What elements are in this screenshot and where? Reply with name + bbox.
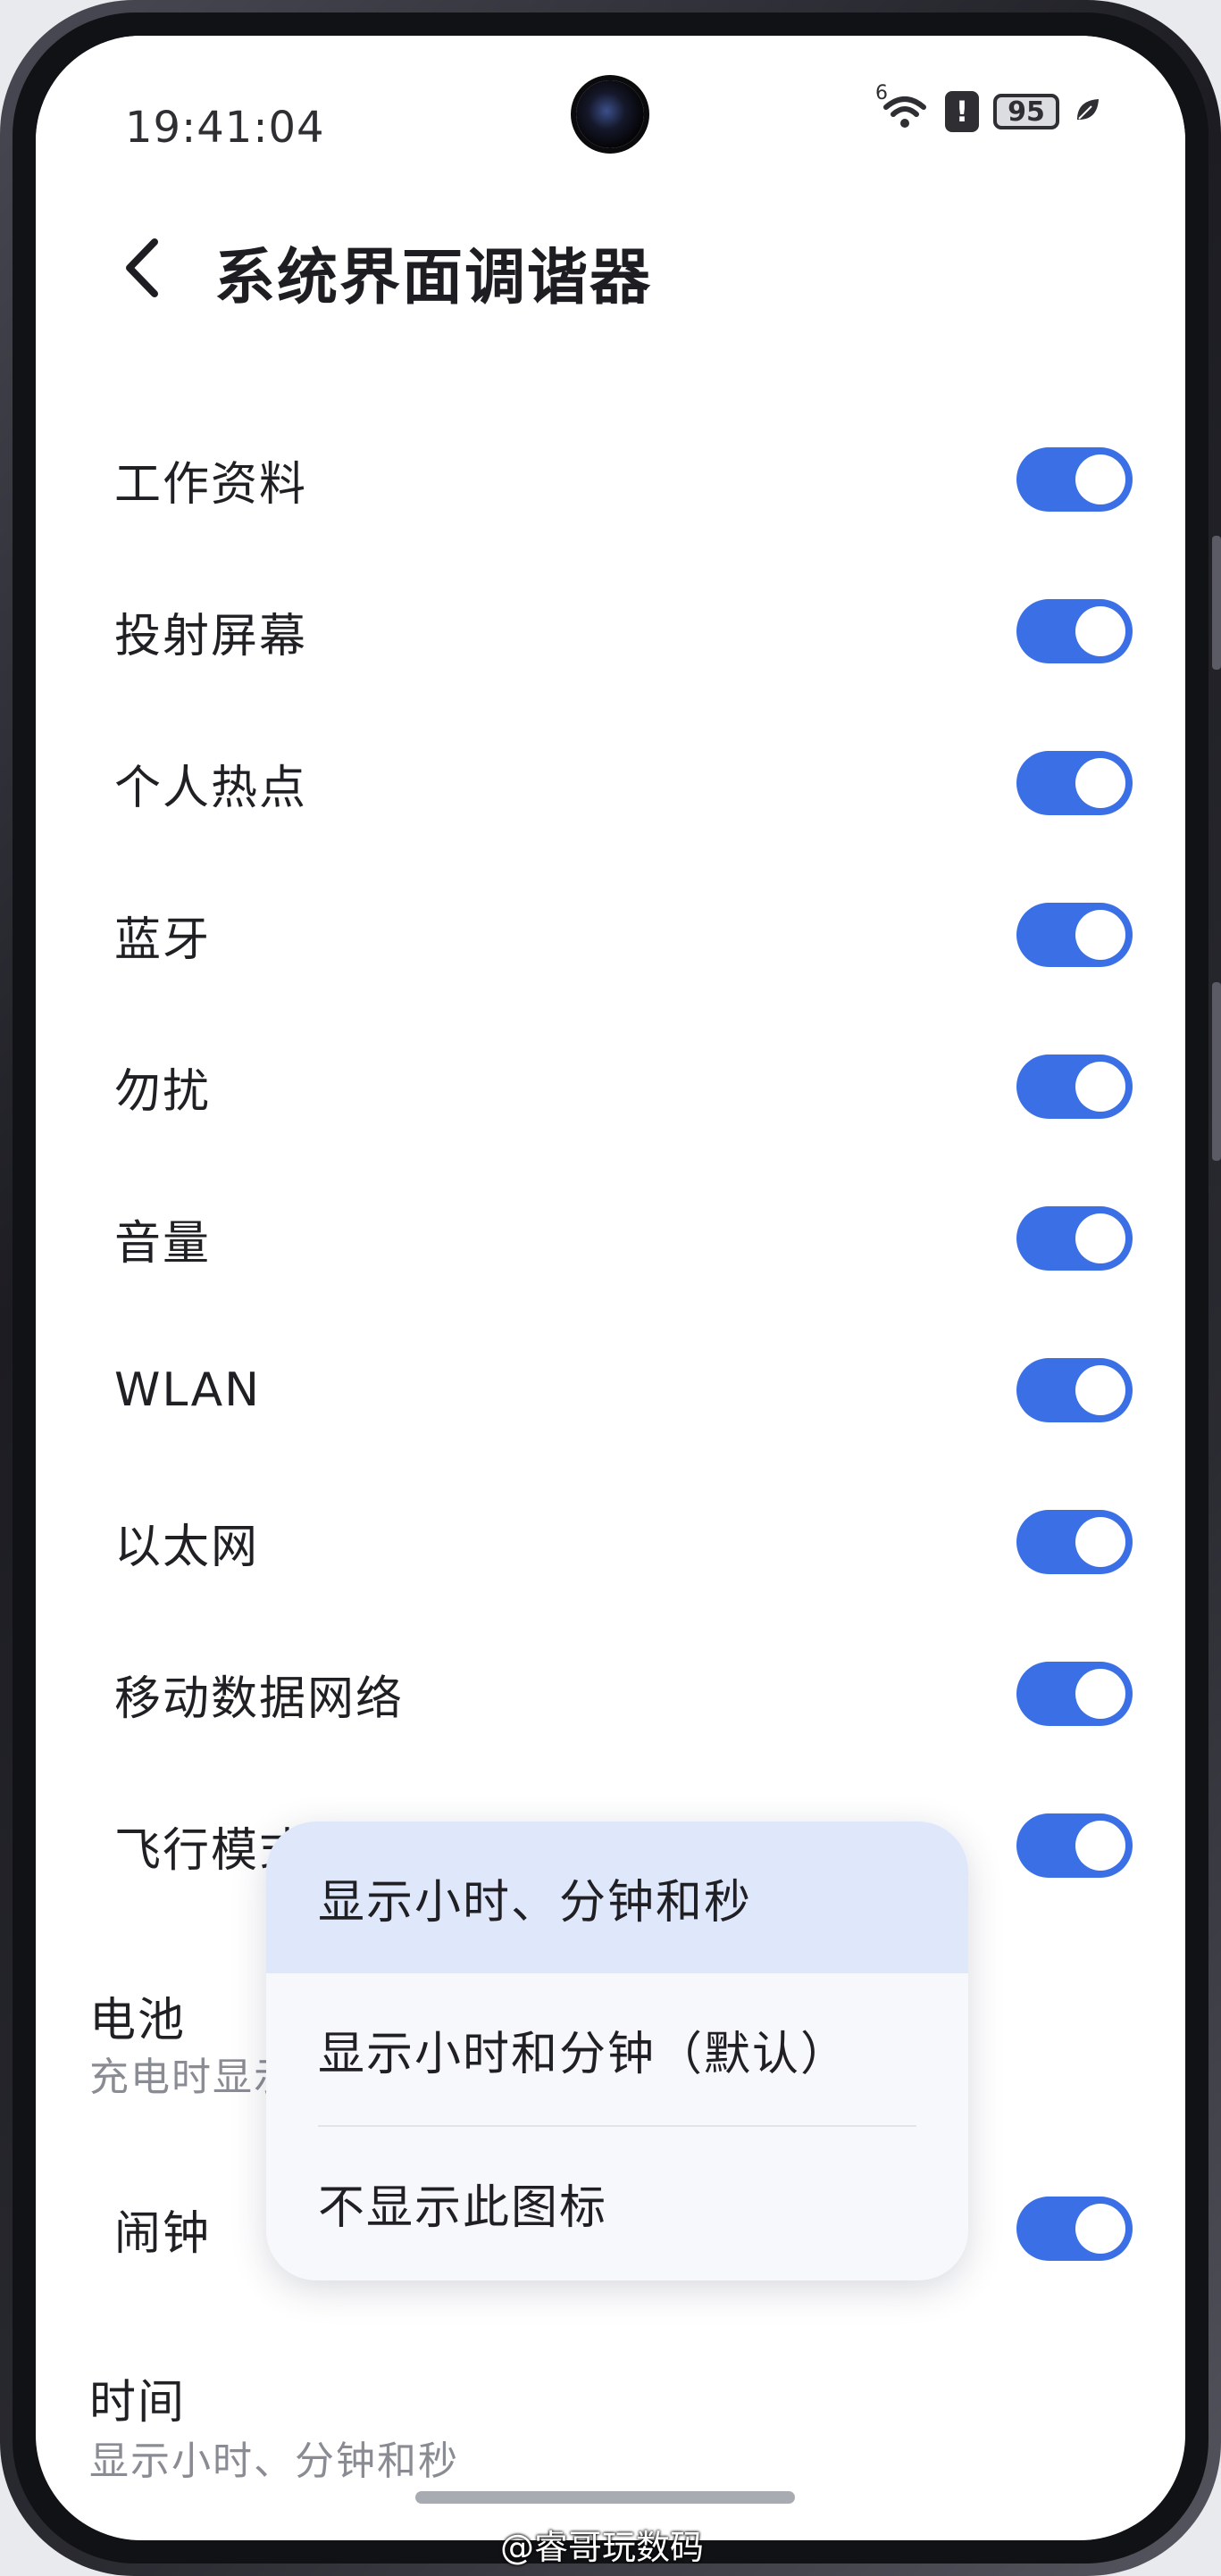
toggle-row-volume[interactable]: 音量 <box>114 1185 1133 1292</box>
phone-frame: 耳机 工作资料 投射屏幕 个人热点 蓝牙 勿扰 <box>0 0 1221 2576</box>
toggle-row-work-profile[interactable]: 工作资料 <box>114 426 1133 533</box>
row-label: 音量 <box>114 1216 212 1271</box>
row-label: 以太网 <box>114 1520 260 1574</box>
toggle-row-wlan[interactable]: WLAN <box>114 1337 1133 1444</box>
battery-level: 95 <box>1008 96 1045 128</box>
toggle-knob <box>1075 1365 1125 1415</box>
menu-option-hms[interactable]: 显示小时、分钟和秒 <box>266 1822 968 1973</box>
side-button <box>1212 536 1221 670</box>
toggle-row-ethernet[interactable]: 以太网 <box>114 1488 1133 1596</box>
time-subtitle: 显示小时、分钟和秒 <box>89 2438 459 2484</box>
toggle-switch[interactable] <box>1016 1510 1133 1574</box>
chevron-left-icon <box>126 238 158 297</box>
row-label: 闹钟 <box>114 2206 212 2261</box>
toggle-switch[interactable] <box>1016 903 1133 967</box>
toggle-knob <box>1075 1213 1125 1263</box>
toggle-switch[interactable] <box>1016 1358 1133 1422</box>
toggle-knob <box>1075 1517 1125 1567</box>
status-icons: 6 ! 95 <box>875 82 1100 132</box>
wifi-icon: 6 <box>875 82 931 132</box>
toggle-switch[interactable] <box>1016 1662 1133 1726</box>
toggle-knob <box>1075 606 1125 656</box>
back-button[interactable] <box>121 214 183 321</box>
watermark: @睿哥玩数码 <box>500 2528 705 2567</box>
status-time: 19:41:04 <box>125 103 325 153</box>
toggle-switch[interactable] <box>1016 1055 1133 1119</box>
side-button <box>1212 982 1221 1161</box>
toggle-knob <box>1075 1821 1125 1871</box>
front-camera <box>576 80 644 148</box>
row-label: 蓝牙 <box>114 913 212 967</box>
signal-label: 6 <box>875 82 888 104</box>
alert-icon: ! <box>945 91 979 132</box>
toggle-switch[interactable] <box>1016 1206 1133 1271</box>
toggle-row-hotspot[interactable]: 个人热点 <box>114 729 1133 837</box>
toggle-knob <box>1075 758 1125 808</box>
menu-option-hm-default[interactable]: 显示小时和分钟（默认） <box>266 1973 968 2125</box>
toggle-switch[interactable] <box>1016 447 1133 512</box>
time-format-menu: 显示小时、分钟和秒 显示小时和分钟（默认） 不显示此图标 <box>266 1822 968 2280</box>
row-label: 移动数据网络 <box>114 1671 405 1726</box>
row-label: 工作资料 <box>114 457 308 512</box>
battery-title: 电池 <box>89 1994 187 2047</box>
toggle-row-bluetooth[interactable]: 蓝牙 <box>114 881 1133 988</box>
toggle-knob <box>1075 910 1125 960</box>
toggle-row-cast-screen[interactable]: 投射屏幕 <box>114 578 1133 685</box>
toggle-switch[interactable] <box>1016 751 1133 815</box>
menu-option-hide[interactable]: 不显示此图标 <box>266 2127 968 2279</box>
toggle-row-dnd[interactable]: 勿扰 <box>114 1033 1133 1140</box>
toggle-knob <box>1075 1669 1125 1719</box>
page-title: 系统界面调谐器 <box>214 243 653 313</box>
row-label: 个人热点 <box>114 761 308 815</box>
leaf-icon <box>1074 96 1100 127</box>
toggle-switch[interactable] <box>1016 2197 1133 2261</box>
screen: 耳机 工作资料 投射屏幕 个人热点 蓝牙 勿扰 <box>36 36 1185 2540</box>
toggle-switch[interactable] <box>1016 599 1133 663</box>
battery-icon: 95 <box>993 94 1059 129</box>
toggle-switch[interactable] <box>1016 1813 1133 1878</box>
toggle-knob <box>1075 2204 1125 2254</box>
row-label: WLAN <box>114 1363 262 1417</box>
toggle-knob <box>1075 454 1125 504</box>
home-indicator[interactable] <box>415 2491 795 2504</box>
toggle-knob <box>1075 1062 1125 1112</box>
row-label: 勿扰 <box>114 1064 212 1119</box>
toggle-row-mobile-data[interactable]: 移动数据网络 <box>114 1640 1133 1747</box>
time-title: 时间 <box>89 2376 187 2430</box>
row-label: 投射屏幕 <box>114 609 308 663</box>
